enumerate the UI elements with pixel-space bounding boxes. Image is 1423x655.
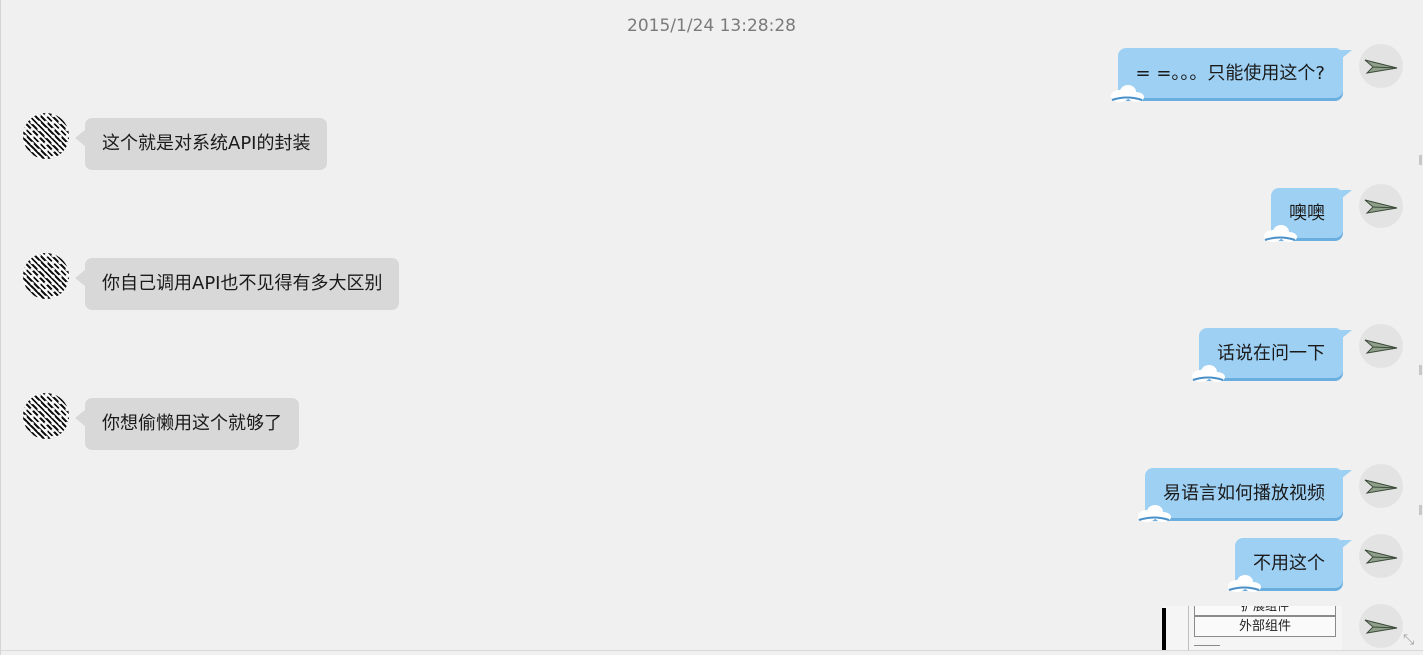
cloud-icon bbox=[1228, 575, 1261, 592]
image-bottom-edge bbox=[1194, 645, 1220, 650]
paper-plane-icon bbox=[1364, 59, 1398, 74]
contact-avatar[interactable] bbox=[23, 253, 69, 299]
paper-plane-icon bbox=[1364, 479, 1398, 494]
scrollbar-marker bbox=[1419, 505, 1422, 515]
message-text: = =。。。只能使用这个? bbox=[1135, 63, 1325, 84]
self-avatar[interactable] bbox=[1359, 534, 1403, 578]
window-left-border bbox=[0, 0, 1, 655]
chat-bubble-sent[interactable]: = =。。。只能使用这个? bbox=[1110, 48, 1353, 102]
image-message[interactable]: 扩展组件 外部组件 bbox=[1162, 606, 1342, 650]
cloud-icon bbox=[1192, 365, 1225, 382]
chat-bubble-sent[interactable]: 不用这个 bbox=[1228, 538, 1352, 592]
image-divider bbox=[1188, 606, 1189, 650]
image-edge bbox=[1162, 608, 1166, 650]
message-text: 噢噢 bbox=[1289, 203, 1325, 224]
self-avatar[interactable] bbox=[1359, 464, 1403, 508]
paper-plane-icon bbox=[1364, 199, 1398, 214]
message-text: 话说在问一下 bbox=[1217, 343, 1325, 364]
message-timestamp: 2015/1/24 13:28:28 bbox=[627, 16, 796, 36]
paper-plane-icon bbox=[1364, 549, 1398, 564]
message-text: 你自己调用API也不见得有多大区别 bbox=[102, 273, 383, 294]
self-avatar[interactable] bbox=[1359, 604, 1403, 648]
message-text: 易语言如何播放视频 bbox=[1163, 483, 1325, 504]
chat-bubble-sent[interactable]: 话说在问一下 bbox=[1192, 328, 1352, 382]
scrollbar-marker bbox=[1419, 365, 1422, 375]
image-top-row: 扩展组件 bbox=[1194, 606, 1336, 616]
message-text: 你想偷懒用这个就够了 bbox=[102, 413, 282, 434]
paper-plane-icon bbox=[1364, 619, 1398, 634]
window-bottom-border bbox=[0, 650, 1423, 651]
chat-bubble-received[interactable]: 这个就是对系统API的封装 bbox=[74, 118, 328, 170]
cloud-icon bbox=[1264, 225, 1297, 242]
scrollbar-marker bbox=[1419, 155, 1422, 165]
self-avatar[interactable] bbox=[1359, 184, 1403, 228]
self-avatar[interactable] bbox=[1359, 44, 1403, 88]
chat-bubble-received[interactable]: 你想偷懒用这个就够了 bbox=[75, 398, 299, 450]
self-avatar[interactable] bbox=[1359, 324, 1403, 368]
cloud-icon bbox=[1110, 85, 1144, 102]
chat-bubble-sent[interactable]: 易语言如何播放视频 bbox=[1138, 468, 1352, 522]
resize-grip-icon[interactable]: ⤡ bbox=[1403, 632, 1419, 648]
contact-avatar[interactable] bbox=[23, 393, 69, 439]
message-text: 这个就是对系统API的封装 bbox=[102, 133, 311, 154]
chat-bubble-sent[interactable]: 噢噢 bbox=[1264, 188, 1352, 242]
chat-bubble-received[interactable]: 你自己调用API也不见得有多大区别 bbox=[74, 258, 400, 310]
contact-avatar[interactable] bbox=[23, 113, 69, 159]
image-row-label: 外部组件 bbox=[1194, 616, 1336, 637]
paper-plane-icon bbox=[1364, 339, 1398, 354]
message-text: 不用这个 bbox=[1253, 553, 1325, 574]
cloud-icon bbox=[1138, 505, 1171, 522]
